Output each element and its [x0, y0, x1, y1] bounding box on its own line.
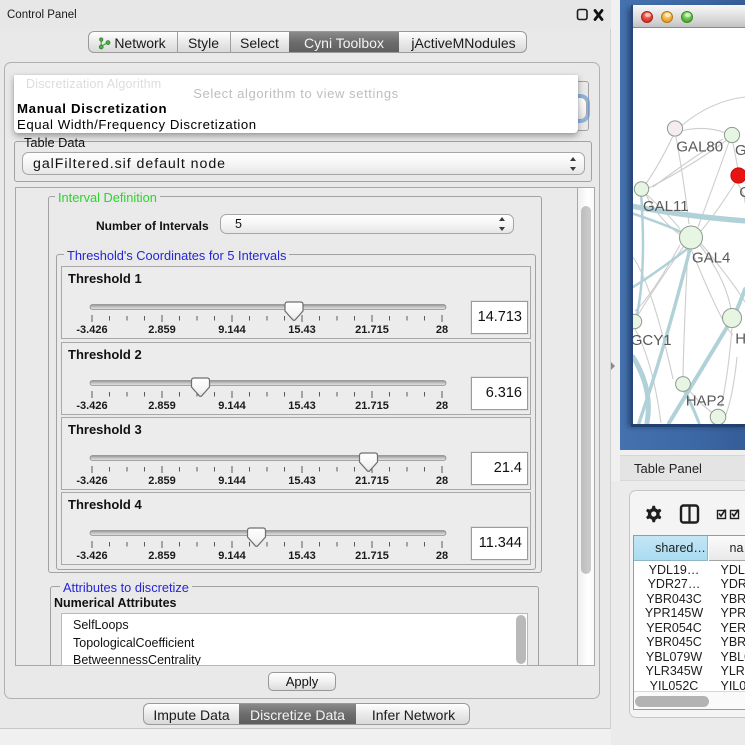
svg-text:2.859: 2.859: [148, 475, 176, 487]
svg-text:2.859: 2.859: [148, 550, 176, 562]
svg-text:C: C: [739, 184, 745, 201]
svg-text:9.144: 9.144: [218, 550, 246, 562]
svg-text:GA: GA: [735, 142, 745, 159]
svg-text:28: 28: [436, 400, 448, 412]
svg-text:H: H: [735, 331, 745, 348]
svg-text:15.43: 15.43: [288, 550, 316, 562]
svg-text:21.715: 21.715: [355, 475, 389, 487]
svg-text:GAL4: GAL4: [692, 250, 730, 267]
svg-text:28: 28: [436, 324, 448, 336]
svg-text:-3.426: -3.426: [76, 400, 107, 412]
svg-text:15.43: 15.43: [288, 400, 316, 412]
svg-text:9.144: 9.144: [218, 324, 246, 336]
svg-text:-3.426: -3.426: [76, 550, 107, 562]
svg-text:9.144: 9.144: [218, 400, 246, 412]
svg-text:-3.426: -3.426: [76, 324, 107, 336]
svg-text:-3.426: -3.426: [76, 475, 107, 487]
svg-text:HAP2: HAP2: [686, 393, 725, 410]
svg-text:21.715: 21.715: [355, 550, 389, 562]
svg-text:28: 28: [436, 550, 448, 562]
svg-text:21.715: 21.715: [355, 400, 389, 412]
svg-text:GAL80: GAL80: [676, 139, 723, 156]
svg-text:2.859: 2.859: [148, 324, 176, 336]
svg-text:28: 28: [436, 475, 448, 487]
svg-text:2.859: 2.859: [148, 400, 176, 412]
svg-text:9.144: 9.144: [218, 475, 246, 487]
svg-text:15.43: 15.43: [288, 475, 316, 487]
svg-text:21.715: 21.715: [355, 324, 389, 336]
svg-text:15.43: 15.43: [288, 324, 316, 336]
svg-text:GAL11: GAL11: [643, 198, 689, 215]
svg-text:GCY1: GCY1: [633, 332, 672, 349]
